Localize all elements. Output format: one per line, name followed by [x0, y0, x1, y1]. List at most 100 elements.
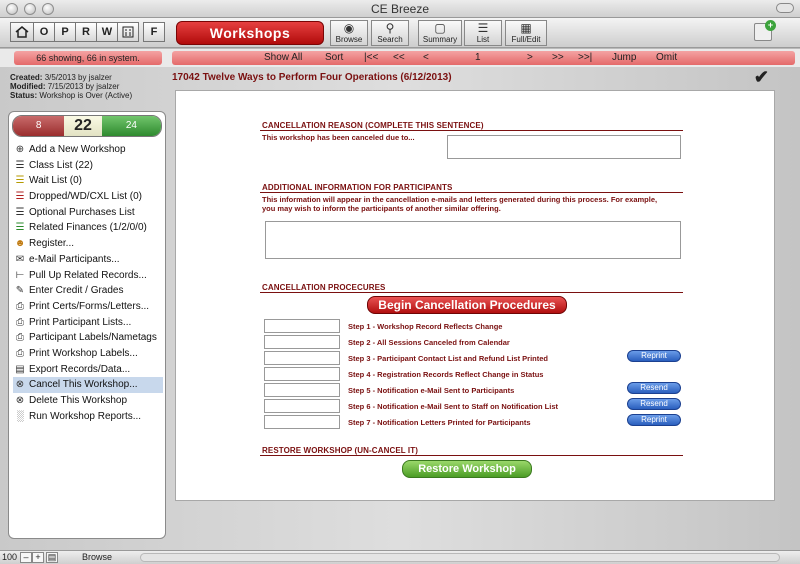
new-window-button[interactable]: + — [754, 20, 776, 41]
sidebar-item-label: Delete This Workshop — [29, 395, 128, 406]
sort-button[interactable]: Sort — [325, 51, 343, 65]
horizontal-scrollbar[interactable] — [140, 553, 780, 562]
toggle-status-button[interactable]: ▤ — [46, 552, 58, 563]
sidebar-item-optional-purchases[interactable]: ☰ Optional Purchases List — [13, 205, 163, 221]
prev-page-button[interactable]: << — [393, 51, 405, 65]
step-3-reprint-button[interactable]: Reprint — [627, 350, 681, 362]
printer-icon: ⎙ — [16, 316, 24, 328]
record-nav-bar: Show All Sort |<< << < 1 > >> >>| Jump O… — [172, 51, 795, 65]
procedures-heading: CANCELLATION PROCECURES — [262, 283, 386, 292]
close-window-button[interactable] — [6, 3, 18, 15]
nav-w-button[interactable]: W — [96, 22, 118, 42]
zoom-out-button[interactable]: – — [20, 552, 32, 563]
show-all-button[interactable]: Show All — [264, 51, 302, 65]
sidebar-item-label: Pull Up Related Records... — [29, 269, 147, 281]
stat-right[interactable]: 24 — [101, 116, 161, 136]
step-7-reprint-button[interactable]: Reprint — [627, 414, 681, 426]
status-label: Status: — [10, 91, 38, 100]
step-6-resend-button[interactable]: Resend — [627, 398, 681, 410]
last-record-button[interactable]: >>| — [578, 51, 592, 65]
sidebar-item-dropped-list[interactable]: ☰ Dropped/WD/CXL List (0) — [13, 189, 163, 205]
record-header: 17042 Twelve Ways to Perform Four Operat… — [172, 67, 777, 88]
sidebar-item-label: Print Participant Lists... — [29, 316, 132, 328]
sidebar-item-label: Register... — [29, 238, 75, 250]
next-page-button[interactable]: >> — [552, 51, 564, 65]
step-5-label: Step 5 - Notification e-Mail Sent to Par… — [348, 386, 515, 395]
sidebar-item-label: Add a New Workshop — [29, 144, 126, 155]
summary-label: Summary — [422, 35, 458, 44]
sidebar-item-participant-labels[interactable]: ⎙ Participant Labels/Nametags — [13, 330, 163, 346]
full-edit-label: Full/Edit — [511, 35, 541, 44]
sidebar-item-print-certs[interactable]: ⎙ Print Certs/Forms/Letters... — [13, 299, 163, 315]
toolbar-toggle-button[interactable] — [776, 3, 794, 13]
sidebar-item-label: Export Records/Data... — [29, 363, 131, 375]
minimize-window-button[interactable] — [24, 3, 36, 15]
sidebar-item-print-workshop-labels[interactable]: ⎙ Print Workshop Labels... — [13, 346, 163, 362]
page-number[interactable]: 1 — [475, 51, 481, 65]
list-button[interactable]: ☰ List — [464, 20, 502, 46]
summary-icon: ▢ — [434, 21, 446, 35]
sidebar-item-label: Print Certs/Forms/Letters... — [29, 300, 150, 312]
sidebar-item-email-participants[interactable]: ✉ e-Mail Participants... — [13, 252, 163, 268]
search-label: Search — [377, 35, 403, 44]
zoom-level[interactable]: 100 — [2, 551, 17, 564]
printer-icon: ⎙ — [16, 332, 24, 344]
reason-heading: CANCELLATION REASON (COMPLETE THIS SENTE… — [262, 121, 484, 130]
divider — [260, 130, 683, 131]
envelope-icon: ✉ — [15, 253, 25, 265]
nav-p-button[interactable]: P — [54, 22, 76, 42]
step-2-field[interactable] — [264, 335, 340, 349]
reason-field[interactable] — [447, 135, 681, 159]
register-icon: ☻ — [14, 238, 26, 250]
divider — [260, 455, 683, 456]
nav-r-button[interactable]: R — [75, 22, 97, 42]
browse-label: Browse — [335, 35, 363, 44]
browse-button[interactable]: ◉ Browse — [330, 20, 368, 46]
step-7-field[interactable] — [264, 415, 340, 429]
nav-f-button[interactable]: F — [143, 22, 165, 42]
zoom-in-button[interactable]: + — [32, 552, 44, 563]
home-button[interactable] — [10, 22, 34, 42]
info-field[interactable] — [265, 221, 681, 259]
begin-cancellation-button[interactable]: Begin Cancellation Procedures — [367, 296, 567, 314]
step-6-field[interactable] — [264, 399, 340, 413]
sidebar-item-export-records[interactable]: ▤ Export Records/Data... — [13, 362, 163, 378]
bar-chart-icon: ░ — [16, 410, 24, 422]
sidebar-item-related-finances[interactable]: ☰ Related Finances (1/2/0/0) — [13, 220, 163, 236]
step-5-resend-button[interactable]: Resend — [627, 382, 681, 394]
sidebar-item-wait-list[interactable]: ☰ Wait List (0) — [13, 173, 163, 189]
sidebar-item-label: Optional Purchases List — [29, 206, 135, 218]
sidebar-item-related-records[interactable]: ⊢ Pull Up Related Records... — [13, 268, 163, 284]
calculator-button[interactable] — [117, 22, 139, 42]
sidebar-item-class-list[interactable]: ☰ Class List (22) — [13, 158, 163, 174]
summary-button[interactable]: ▢ Summary — [418, 20, 462, 46]
restore-workshop-button[interactable]: Restore Workshop — [402, 460, 532, 478]
created-label: Created: — [10, 73, 43, 82]
record-nav-strip: 66 showing, 66 in system. Show All Sort … — [0, 49, 800, 67]
sidebar-item-register[interactable]: ☻ Register... — [13, 236, 163, 252]
jump-button[interactable]: Jump — [612, 51, 636, 65]
full-edit-button[interactable]: ▦ Full/Edit — [505, 20, 547, 46]
sidebar-item-delete-workshop[interactable]: ⊗ Delete This Workshop — [13, 393, 163, 409]
stat-left[interactable]: 8 — [13, 116, 65, 136]
step-3-field[interactable] — [264, 351, 340, 365]
nav-o-button[interactable]: O — [33, 22, 55, 42]
list-icon: ☰ — [15, 159, 25, 171]
zoom-window-button[interactable] — [42, 3, 54, 15]
sidebar-item-cancel-workshop[interactable]: ⊗ Cancel This Workshop... — [13, 377, 163, 393]
first-record-button[interactable]: |<< — [364, 51, 378, 65]
step-5-field[interactable] — [264, 383, 340, 397]
sidebar-item-enter-credit[interactable]: ✎ Enter Credit / Grades — [13, 283, 163, 299]
sidebar-item-print-participant-lists[interactable]: ⎙ Print Participant Lists... — [13, 315, 163, 331]
search-button[interactable]: ⚲ Search — [371, 20, 409, 46]
plus-icon: + — [765, 20, 776, 31]
step-4-field[interactable] — [264, 367, 340, 381]
prev-record-button[interactable]: < — [423, 51, 429, 65]
sidebar-item-run-reports[interactable]: ░ Run Workshop Reports... — [13, 409, 163, 425]
checkmark-icon[interactable]: ✔ — [754, 67, 769, 88]
stat-middle[interactable]: 22 — [64, 116, 102, 136]
omit-button[interactable]: Omit — [656, 51, 677, 65]
sidebar-item-add-workshop[interactable]: ⊕ Add a New Workshop — [13, 142, 163, 158]
step-1-field[interactable] — [264, 319, 340, 333]
next-record-button[interactable]: > — [527, 51, 533, 65]
